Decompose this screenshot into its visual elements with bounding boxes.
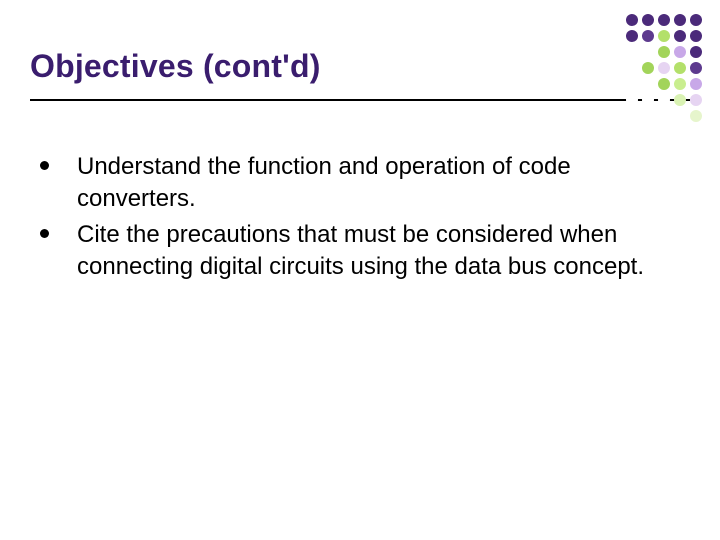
bullet-icon [40,161,49,170]
decoration-dot-icon [642,94,654,106]
decoration-dot-icon [674,62,686,74]
bullet-text: Cite the precautions that must be consid… [77,219,660,283]
decoration-dot-icon [690,14,702,26]
decoration-dot-icon [626,30,638,42]
decoration-dot-icon [674,110,686,122]
bullet-icon [40,229,49,238]
decoration-dot-icon [642,78,654,90]
title-area: Objectives (cont'd) [0,0,720,85]
decoration-dot-icon [690,62,702,74]
decoration-dot-icon [626,62,638,74]
decoration-dot-icon [674,14,686,26]
decoration-dot-icon [626,94,638,106]
decoration-dot-icon [642,110,654,122]
decoration-dot-icon [690,30,702,42]
decoration-dot-icon [690,94,702,106]
decoration-dot-icon [642,14,654,26]
decoration-dot-icon [642,46,654,58]
decoration-dot-icon [658,94,670,106]
decoration-dot-icon [658,46,670,58]
decoration-dot-icon [642,30,654,42]
decoration-dot-icon [626,110,638,122]
decoration-dot-icon [674,94,686,106]
content-area: Understand the function and operation of… [0,101,720,283]
corner-decoration [626,14,702,122]
list-item: Understand the function and operation of… [40,151,660,215]
decoration-dot-icon [658,62,670,74]
decoration-dot-icon [626,78,638,90]
decoration-dot-icon [674,30,686,42]
decoration-dot-icon [658,110,670,122]
decoration-dot-icon [674,46,686,58]
decoration-dot-icon [658,78,670,90]
decoration-dot-icon [690,110,702,122]
decoration-dot-icon [690,46,702,58]
decoration-dot-icon [674,78,686,90]
decoration-dot-icon [626,46,638,58]
decoration-dot-icon [626,14,638,26]
decoration-dot-icon [642,62,654,74]
decoration-dot-icon [658,14,670,26]
slide-title: Objectives (cont'd) [30,48,690,85]
decoration-dot-icon [690,78,702,90]
decoration-dot-icon [658,30,670,42]
bullet-text: Understand the function and operation of… [77,151,660,215]
slide-container: Objectives (cont'd) Understand the funct… [0,0,720,540]
list-item: Cite the precautions that must be consid… [40,219,660,283]
